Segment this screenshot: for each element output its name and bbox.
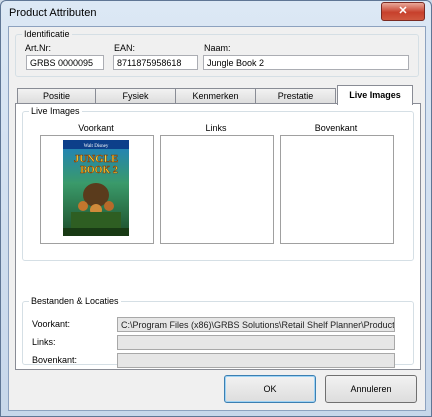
voorkant-title: Voorkant	[78, 123, 114, 133]
poster-character-3	[104, 201, 114, 211]
tab-kenmerken[interactable]: Kenmerken	[175, 88, 256, 104]
poster-title-line1: JUNGLE	[74, 153, 119, 165]
poster-studio: Walt Disney	[84, 144, 109, 149]
poster-bottom-band	[63, 228, 129, 236]
bestand-bovenkant-field[interactable]	[117, 353, 395, 368]
bovenkant-image-box[interactable]	[280, 135, 394, 244]
live-images-panel: Live Images Voorkant Links Bovenkant Wal…	[15, 103, 421, 370]
links-image-box[interactable]	[160, 135, 274, 244]
links-title: Links	[205, 123, 227, 133]
bestand-voorkant-field[interactable]: C:\Program Files (x86)\GRBS Solutions\Re…	[117, 317, 395, 332]
dialog-body: Identificatie Art.Nr: GRBS 0000095 EAN: …	[8, 26, 426, 411]
tab-positie[interactable]: Positie	[17, 88, 96, 104]
ean-field[interactable]: 8711875958618	[113, 55, 198, 70]
title-bar[interactable]: Product Attributen ✕	[1, 1, 431, 25]
dvd-cover-icon: Walt Disney JUNGLE BOOK 2	[63, 140, 129, 236]
poster-title-line2: BOOK 2	[80, 165, 118, 176]
poster-character-1	[78, 201, 88, 211]
ok-button[interactable]: OK	[224, 375, 316, 403]
close-icon: ✕	[398, 5, 408, 17]
bestanden-legend: Bestanden & Locaties	[31, 296, 119, 306]
artnr-field[interactable]: GRBS 0000095	[26, 55, 104, 70]
bestand-bovenkant-label: Bovenkant:	[32, 355, 78, 365]
naam-field[interactable]: Jungle Book 2	[203, 55, 409, 70]
close-button[interactable]: ✕	[381, 2, 425, 21]
bestand-voorkant-label: Voorkant:	[32, 319, 71, 329]
ean-label: EAN:	[114, 43, 136, 53]
tab-prestatie[interactable]: Prestatie	[255, 88, 336, 104]
annuleren-button[interactable]: Annuleren	[325, 375, 417, 403]
live-images-legend: Live Images	[31, 106, 80, 116]
identificatie-legend: Identificatie	[24, 29, 70, 39]
product-attributes-dialog: Product Attributen ✕ Identificatie Art.N…	[0, 0, 432, 417]
naam-label: Naam:	[204, 43, 231, 53]
bestand-links-label: Links:	[32, 337, 56, 347]
voorkant-image-box[interactable]: Walt Disney JUNGLE BOOK 2	[40, 135, 154, 244]
artnr-label: Art.Nr:	[25, 43, 51, 53]
poster-foliage	[71, 212, 121, 228]
bestand-links-field[interactable]	[117, 335, 395, 350]
bovenkant-title: Bovenkant	[314, 123, 358, 133]
tab-fysiek[interactable]: Fysiek	[95, 88, 176, 104]
tab-live-images[interactable]: Live Images	[337, 85, 413, 105]
window-title: Product Attributen	[9, 7, 97, 19]
